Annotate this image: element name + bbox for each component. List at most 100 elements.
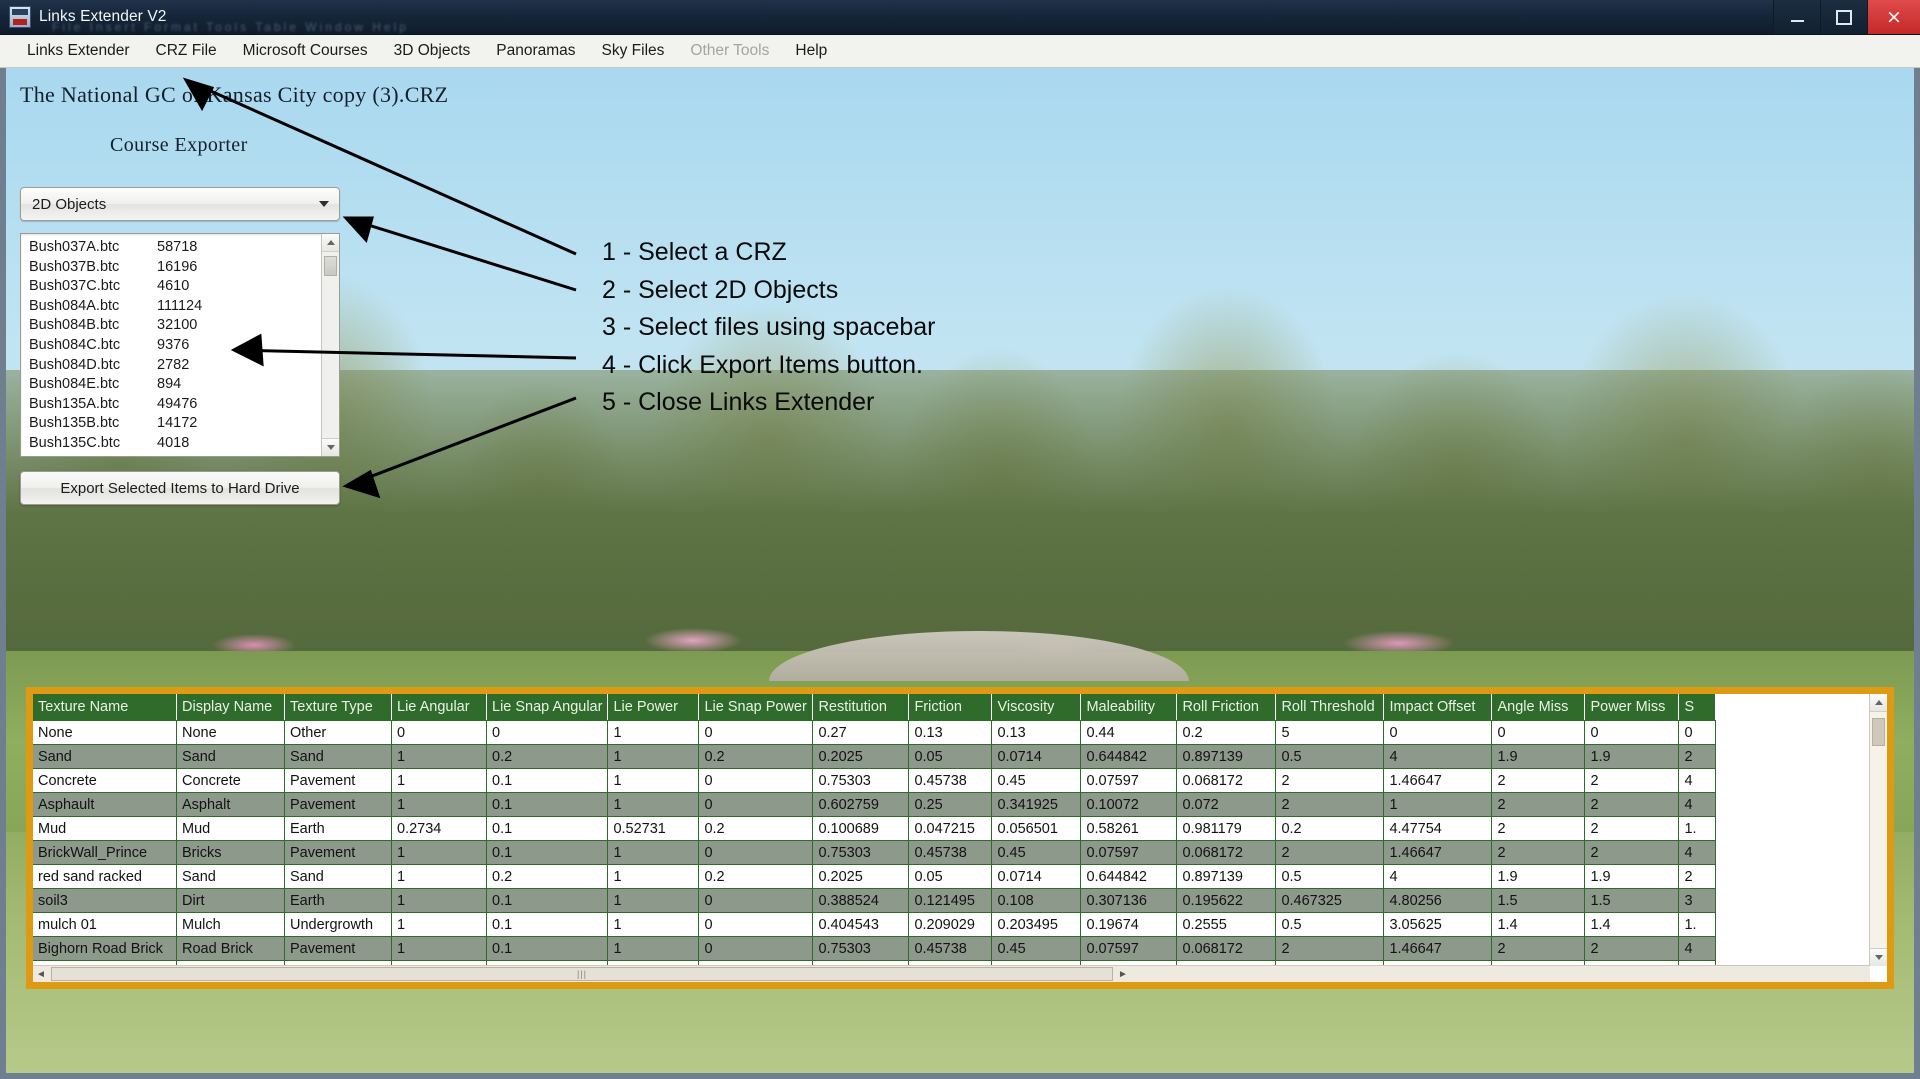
grid-column-header[interactable]: Impact Offset [1383, 694, 1493, 721]
table-cell[interactable]: 0.5 [1275, 744, 1385, 769]
table-cell[interactable]: 1 [607, 792, 700, 817]
table-row[interactable]: Bighorn Road Brick Road Brick Pavement 1 0.1… [33, 936, 1717, 961]
table-cell[interactable]: 2 [1275, 840, 1385, 865]
table-cell[interactable]: 2 [1491, 840, 1586, 865]
table-cell[interactable]: 1 [391, 912, 487, 937]
list-item[interactable]: Bush135B.btc 14172 [21, 414, 322, 434]
table-cell[interactable]: 0.2025 [812, 864, 910, 889]
table-cell[interactable]: 1 [391, 888, 487, 913]
table-cell[interactable]: 0 [698, 768, 814, 793]
table-cell[interactable]: 0 [1584, 720, 1680, 745]
scroll-down-icon[interactable] [322, 438, 339, 456]
scroll-up-icon[interactable] [322, 234, 339, 252]
list-item[interactable]: Bush037A.btc 58718 [21, 238, 322, 258]
table-cell[interactable]: 2 [1275, 792, 1385, 817]
table-cell[interactable]: 0.2 [698, 864, 814, 889]
minimize-button[interactable] [1773, 0, 1820, 34]
table-row[interactable]: BrickWall_Prince Bricks Pavement 1 0.1 1 0 0.75… [33, 840, 1717, 865]
table-row[interactable]: Asphault Asphalt Pavement 1 0.1 1 0 0.602759 0.2… [33, 792, 1717, 817]
table-cell[interactable]: 0.068172 [1176, 840, 1277, 865]
menu-item-sky-files[interactable]: Sky Files [589, 37, 678, 65]
table-cell[interactable]: 2 [1491, 792, 1586, 817]
table-cell[interactable]: 0.5 [1275, 912, 1385, 937]
grid-column-header[interactable]: Roll Friction [1176, 694, 1277, 721]
table-cell[interactable]: 1 [607, 888, 700, 913]
table-cell[interactable]: 0.307136 [1080, 888, 1178, 913]
table-cell[interactable]: 0.75303 [812, 840, 910, 865]
table-cell[interactable]: 0.45 [991, 768, 1082, 793]
table-cell[interactable]: 0.25 [908, 792, 993, 817]
table-cell[interactable]: 0 [1678, 720, 1717, 745]
table-cell[interactable]: 0.07597 [1080, 768, 1178, 793]
table-cell[interactable]: 0.75303 [812, 936, 910, 961]
table-cell[interactable]: Pavement [284, 936, 392, 961]
table-cell[interactable]: None [33, 720, 177, 745]
grid-column-header[interactable]: S [1678, 694, 1717, 721]
table-cell[interactable]: 0 [698, 912, 814, 937]
table-cell[interactable]: 4 [1678, 792, 1717, 817]
table-cell[interactable]: 0.108 [991, 888, 1082, 913]
grid-scroll-down-icon[interactable] [1870, 948, 1887, 966]
table-cell[interactable]: 0.0714 [991, 744, 1082, 769]
grid-column-header[interactable]: Power Miss [1584, 694, 1680, 721]
table-cell[interactable]: Pavement [284, 792, 392, 817]
table-cell[interactable]: 0.07597 [1080, 936, 1178, 961]
table-cell[interactable]: 0.45738 [908, 840, 993, 865]
menu-item-crz-file[interactable]: CRZ File [143, 37, 230, 65]
table-cell[interactable]: 1 [607, 840, 700, 865]
grid-vscroll-thumb[interactable] [1872, 718, 1885, 746]
table-cell[interactable]: 0.341925 [991, 792, 1082, 817]
table-cell[interactable]: 0 [698, 936, 814, 961]
table-cell[interactable]: 3 [1678, 888, 1717, 913]
table-cell[interactable]: 1 [391, 864, 487, 889]
table-cell[interactable]: 0 [391, 720, 487, 745]
menu-item-panoramas[interactable]: Panoramas [483, 37, 588, 65]
table-cell[interactable]: 0.047215 [908, 816, 993, 841]
table-cell[interactable]: 1.5 [1584, 888, 1680, 913]
table-cell[interactable]: Dirt [176, 888, 285, 913]
table-cell[interactable]: 0.121495 [908, 888, 993, 913]
table-cell[interactable]: 0.07597 [1080, 840, 1178, 865]
table-cell[interactable]: 0 [486, 720, 609, 745]
table-cell[interactable]: 0.072 [1176, 792, 1277, 817]
table-cell[interactable]: 0.27 [812, 720, 910, 745]
table-cell[interactable]: 0.100689 [812, 816, 910, 841]
table-cell[interactable]: 0.2555 [1176, 912, 1277, 937]
table-cell[interactable]: 0.45 [991, 840, 1082, 865]
grid-column-header[interactable]: Texture Name [33, 694, 177, 721]
table-cell[interactable]: 1 [391, 792, 487, 817]
table-cell[interactable]: 1.9 [1584, 744, 1680, 769]
table-cell[interactable]: 0.1 [486, 888, 609, 913]
grid-column-header[interactable]: Maleability [1080, 694, 1178, 721]
grid-column-header[interactable]: Lie Angular [391, 694, 487, 721]
table-cell[interactable]: red sand racked [33, 864, 177, 889]
table-cell[interactable]: 0.13 [991, 720, 1082, 745]
table-cell[interactable]: 2 [1584, 840, 1680, 865]
table-cell[interactable]: 0.2 [698, 816, 814, 841]
table-cell[interactable]: 0.2 [698, 744, 814, 769]
table-cell[interactable]: 2 [1584, 792, 1680, 817]
table-cell[interactable]: 1.46647 [1383, 768, 1493, 793]
grid-column-header[interactable]: Texture Type [284, 694, 392, 721]
table-cell[interactable]: BrickWall_Prince [33, 840, 177, 865]
list-item[interactable]: Bush084D.btc 2782 [21, 356, 322, 376]
table-cell[interactable]: 0.2025 [812, 744, 910, 769]
table-cell[interactable]: 0.2 [1176, 720, 1277, 745]
table-cell[interactable]: 0.2 [486, 744, 609, 769]
table-cell[interactable]: 0.203495 [991, 912, 1082, 937]
table-cell[interactable]: 0.58261 [1080, 816, 1178, 841]
table-cell[interactable]: 1.4 [1491, 912, 1586, 937]
grid-column-header[interactable]: Friction [908, 694, 993, 721]
table-cell[interactable]: Bighorn Road Brick [33, 936, 177, 961]
table-cell[interactable]: 4.80256 [1383, 888, 1493, 913]
maximize-button[interactable] [1820, 0, 1867, 34]
menu-item-help[interactable]: Help [782, 37, 840, 65]
table-cell[interactable]: 0.1 [486, 768, 609, 793]
table-cell[interactable]: Concrete [176, 768, 285, 793]
table-cell[interactable]: 2 [1491, 936, 1586, 961]
table-cell[interactable]: 0.644842 [1080, 864, 1178, 889]
grid-column-header[interactable]: Display Name [176, 694, 285, 721]
table-cell[interactable]: 0.45738 [908, 768, 993, 793]
table-cell[interactable]: 1 [1383, 792, 1493, 817]
table-cell[interactable]: 0.1 [486, 936, 609, 961]
